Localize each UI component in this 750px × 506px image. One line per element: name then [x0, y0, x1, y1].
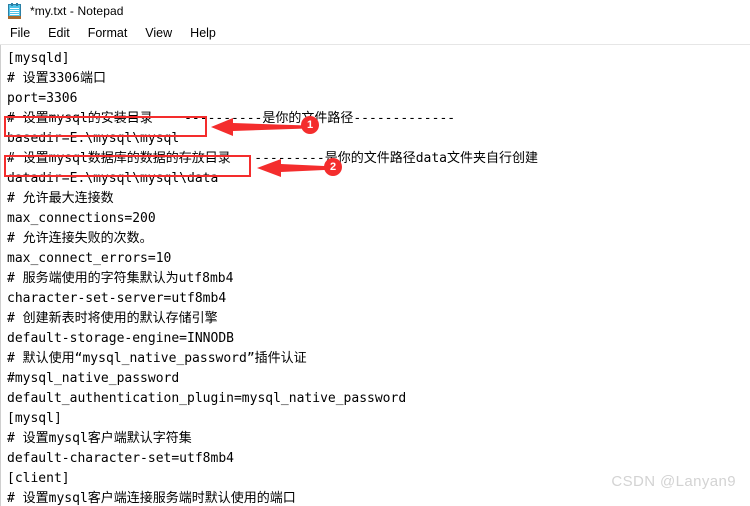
editor-line: default-character-set=utf8mb4: [7, 449, 750, 469]
editor-line: basedir=E:\mysql\mysql: [7, 129, 750, 149]
editor-line: # 设置mysql客户端连接服务端时默认使用的端口: [7, 489, 750, 506]
editor-line-text: character-set-server=utf8mb4: [7, 291, 227, 306]
editor-line: # 设置mysql的安装目录 ----------是你的文件路径--------…: [7, 109, 750, 129]
editor-line: # 默认使用“mysql_native_password”插件认证: [7, 349, 750, 369]
editor-line-text: default-character-set=utf8mb4: [7, 451, 234, 466]
editor-line: datadir=E:\mysql\mysql\data: [7, 169, 750, 189]
editor-line: # 服务端使用的字符集默认为utf8mb4: [7, 269, 750, 289]
editor-line-text: [mysql]: [7, 411, 62, 426]
editor-line: # 设置mysql客户端默认字符集: [7, 429, 750, 449]
editor-line-text: port=3306: [7, 91, 78, 106]
title-bar: *my.txt - Notepad: [0, 0, 750, 22]
menu-item-edit[interactable]: Edit: [48, 24, 79, 42]
editor-line-text: # 设置mysql客户端默认字符集: [7, 431, 192, 446]
menu-bar: File Edit Format View Help: [0, 22, 750, 45]
editor-line-text: default_authentication_plugin=mysql_nati…: [7, 391, 407, 406]
menu-item-view[interactable]: View: [145, 24, 181, 42]
menu-item-format[interactable]: Format: [88, 24, 137, 42]
editor-line-text: #mysql_native_password: [7, 371, 180, 386]
editor-line-text: # 允许最大连接数: [7, 191, 114, 206]
editor-line: [mysqld]: [7, 49, 750, 69]
editor-line: [mysql]: [7, 409, 750, 429]
editor-line-text: [mysqld]: [7, 51, 70, 66]
editor-area[interactable]: [mysqld] # 设置3306端口 port=3306 # 设置mysql的安装目…: [0, 45, 750, 506]
editor-line-text: max_connect_errors=10: [7, 251, 172, 266]
editor-line: max_connections=200: [7, 209, 750, 229]
editor-line-text: # 服务端使用的字符集默认为utf8mb4: [7, 271, 234, 286]
watermark: CSDN @Lanyan9: [611, 473, 736, 490]
editor-line: # 创建新表时将使用的默认存储引擎: [7, 309, 750, 329]
editor-line-text: # 允许连接失败的次数。: [7, 231, 153, 246]
editor-line-text: # 默认使用“mysql_native_password”插件认证: [7, 351, 307, 366]
editor-line: default-storage-engine=INNODB: [7, 329, 750, 349]
editor-line-text: default-storage-engine=INNODB: [7, 331, 234, 346]
editor-line: port=3306: [7, 89, 750, 109]
text-content[interactable]: [mysqld] # 设置3306端口 port=3306 # 设置mysql的安装目…: [1, 45, 750, 506]
editor-line-text: # 设置mysql客户端连接服务端时默认使用的端口: [7, 491, 296, 506]
editor-line-text: # 设置mysql的安装目录 ----------是你的文件路径--------…: [7, 111, 456, 126]
editor-line: # 允许连接失败的次数。: [7, 229, 750, 249]
editor-line: default_authentication_plugin=mysql_nati…: [7, 389, 750, 409]
window-title: *my.txt - Notepad: [30, 4, 124, 18]
editor-line: max_connect_errors=10: [7, 249, 750, 269]
menu-item-help[interactable]: Help: [190, 24, 225, 42]
editor-line: character-set-server=utf8mb4: [7, 289, 750, 309]
editor-line: # 允许最大连接数: [7, 189, 750, 209]
editor-line-text: # 设置mysql数据库的数据的存放目录 ---------是你的文件路径dat…: [7, 151, 539, 166]
editor-line: # 设置mysql数据库的数据的存放目录 ---------是你的文件路径dat…: [7, 149, 750, 169]
menu-item-file[interactable]: File: [10, 24, 39, 42]
editor-line-text: # 创建新表时将使用的默认存储引擎: [7, 311, 218, 326]
editor-line-text: max_connections=200: [7, 211, 156, 226]
notepad-icon: [7, 3, 22, 19]
editor-line-text: # 设置3306端口: [7, 71, 106, 86]
editor-line: #mysql_native_password: [7, 369, 750, 389]
editor-line-text: basedir=E:\mysql\mysql: [7, 131, 180, 146]
editor-line: # 设置3306端口: [7, 69, 750, 89]
editor-line-text: datadir=E:\mysql\mysql\data: [7, 171, 219, 186]
editor-line-text: [client]: [7, 471, 70, 486]
notepad-window: *my.txt - Notepad File Edit Format View …: [0, 0, 750, 506]
